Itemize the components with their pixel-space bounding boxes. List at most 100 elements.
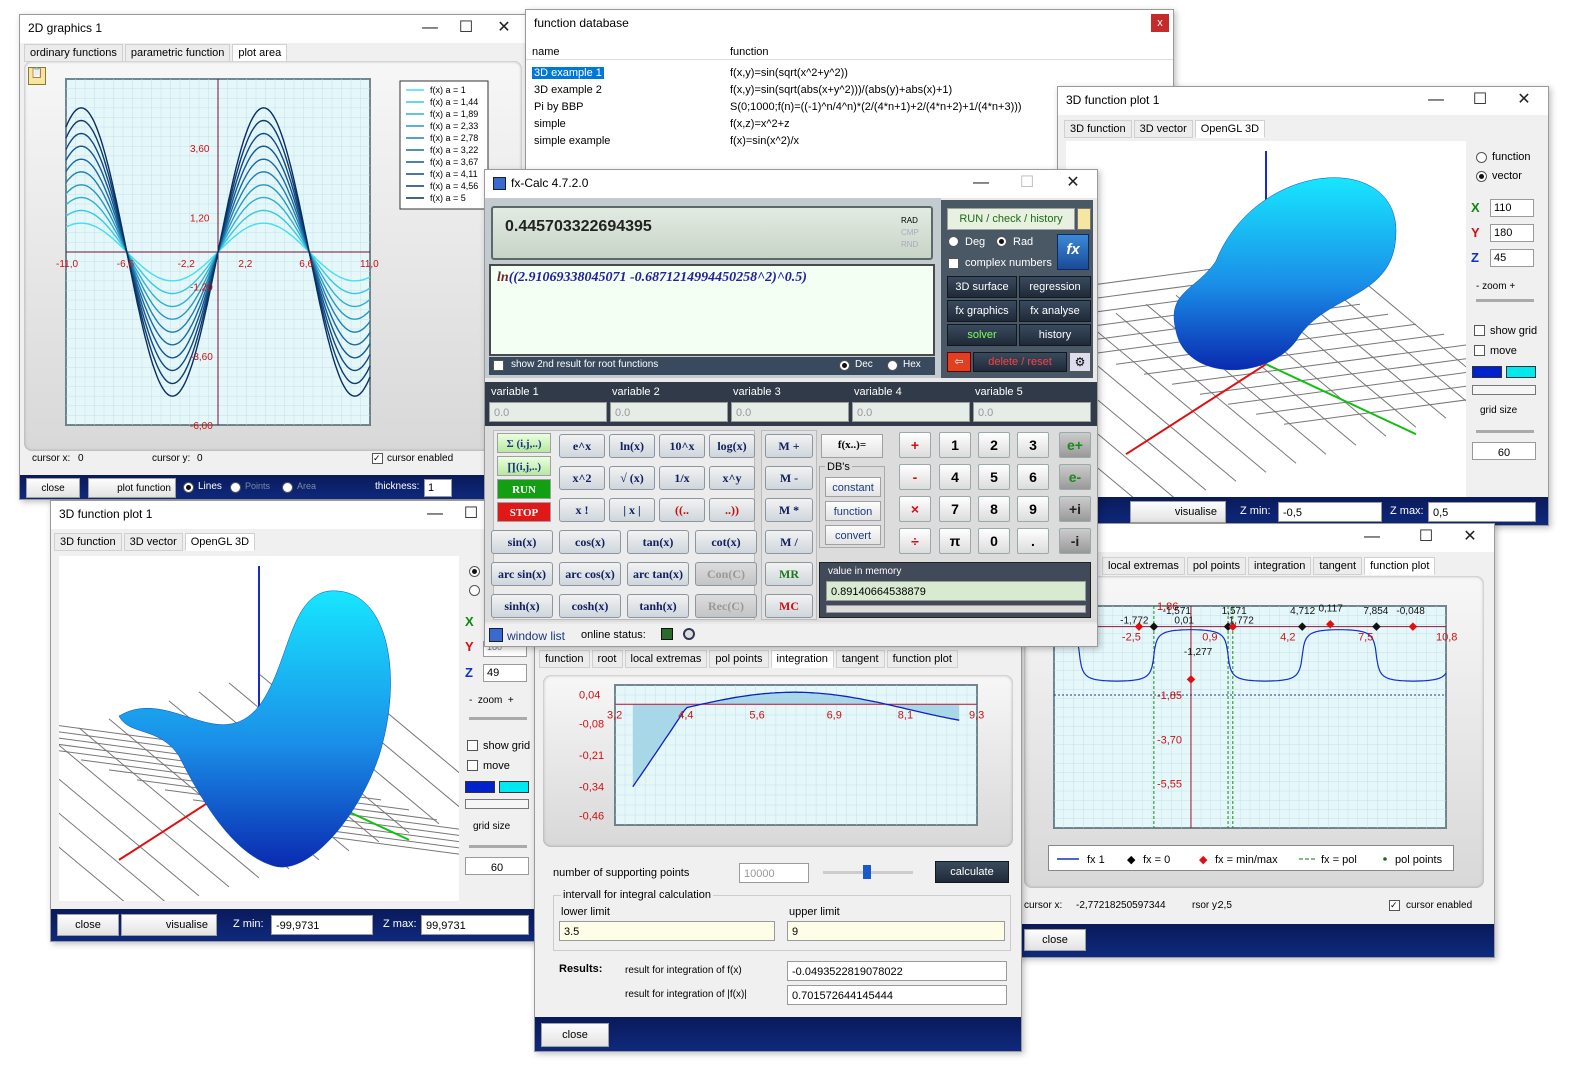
cursor-enabled-checkbox[interactable]: ✓ [372, 453, 383, 464]
delete-reset-button[interactable]: delete / reset [973, 352, 1067, 372]
close-button[interactable]: close [57, 914, 119, 936]
lines-radio[interactable] [183, 482, 194, 493]
m-times-button[interactable]: M * [765, 498, 813, 522]
op-minus-button[interactable]: - [899, 464, 931, 490]
rec-c-button[interactable]: Rec(C) [695, 594, 757, 618]
cos-button[interactable]: cos(x) [559, 530, 621, 554]
zmax-field[interactable]: 0,5 [1428, 502, 1536, 522]
history-button[interactable]: history [1019, 324, 1091, 346]
op-plus-button[interactable]: + [899, 432, 931, 458]
backspace-button[interactable]: ⇦ [947, 352, 971, 372]
exp-button[interactable]: e^x [559, 434, 605, 458]
key-5-button[interactable]: 5 [978, 464, 1010, 490]
complex-e-plus-button[interactable]: e+ [1059, 432, 1091, 458]
zmin-field[interactable]: -0,5 [1278, 502, 1382, 522]
con-c-button[interactable]: Con(C) [695, 562, 757, 586]
upper-limit-field[interactable]: 9 [787, 921, 1005, 941]
color-swatch-high[interactable] [499, 781, 529, 793]
window-list-link[interactable]: window list [507, 629, 565, 643]
supporting-points-slider[interactable] [823, 865, 913, 879]
key-dot-button[interactable]: . [1017, 528, 1049, 554]
color-gradient-bar[interactable] [465, 799, 529, 809]
thickness-stepper[interactable]: 1 [424, 479, 452, 497]
sqrt-button[interactable]: √ (x) [609, 466, 655, 490]
tab-3d-vector[interactable]: 3D vector [123, 533, 183, 551]
zoom-slider[interactable] [1476, 299, 1534, 302]
complex-plus-i-button[interactable]: +i [1059, 496, 1091, 522]
sum-button[interactable]: Σ (i,j,..) [497, 433, 551, 453]
pow10-button[interactable]: 10^x [659, 434, 705, 458]
tanh-button[interactable]: tanh(x) [627, 594, 689, 618]
minimize-icon[interactable]: — [965, 172, 997, 194]
arcsin-button[interactable]: arc sin(x) [491, 562, 553, 586]
tab-opengl-3d[interactable]: OpenGL 3D [1194, 120, 1266, 138]
key-2-button[interactable]: 2 [978, 432, 1010, 458]
tab-opengl-3d[interactable]: OpenGL 3D [184, 533, 256, 551]
key-3-button[interactable]: 3 [1017, 432, 1049, 458]
close-button[interactable]: close [1024, 929, 1086, 951]
variable-5-field[interactable]: 0.0 [973, 402, 1091, 422]
regression-button[interactable]: regression [1019, 276, 1091, 298]
close-button[interactable]: close [26, 478, 80, 498]
fx-define-button[interactable]: f(x..)= [821, 434, 883, 458]
hex-radio[interactable] [887, 360, 898, 371]
plot-2d[interactable]: -11,0 -6,6 -2,2 2,2 6,6 11,0 3,60 1,20 -1,20 -3,6… [20, 15, 527, 455]
key-6-button[interactable]: 6 [1017, 464, 1049, 490]
show-grid-checkbox[interactable] [1474, 325, 1485, 336]
settings-gear-icon[interactable]: ⚙ [1069, 352, 1091, 372]
column-header-name[interactable]: name [532, 46, 560, 58]
visualise-button[interactable]: visualise [121, 914, 217, 936]
stop-button[interactable]: STOP [497, 502, 551, 522]
x-angle-stepper[interactable]: 110 [1490, 199, 1534, 217]
show-2nd-result-checkbox[interactable] [493, 360, 504, 371]
cot-button[interactable]: cot(x) [695, 530, 757, 554]
op-multiply-button[interactable]: × [899, 496, 931, 522]
calculate-button[interactable]: calculate [935, 861, 1009, 883]
ln-button[interactable]: ln(x) [609, 434, 655, 458]
run-button[interactable]: RUN [497, 479, 551, 499]
minimize-icon[interactable]: — [1420, 89, 1452, 111]
result-fx-field[interactable]: -0.0493522819078022 [787, 961, 1007, 981]
key-pi-button[interactable]: π [939, 528, 971, 554]
3d-surface-button[interactable]: 3D surface [947, 276, 1017, 298]
constant-button[interactable]: constant [825, 477, 881, 497]
move-checkbox[interactable] [467, 760, 478, 771]
vector-radio[interactable] [1476, 171, 1487, 182]
power-button[interactable]: x^y [709, 466, 755, 490]
z-angle-stepper[interactable]: 45 [1490, 249, 1534, 267]
plot-function-button[interactable]: plot function [88, 478, 176, 498]
arctan-button[interactable]: arc tan(x) [627, 562, 689, 586]
rad-radio[interactable] [996, 236, 1007, 247]
integration-plot[interactable]: 3,2 4,4 5,6 6,9 8,1 9,3 0,04 -0,08 -0,21 -0,34 -0,… [535, 641, 1022, 851]
close-icon[interactable]: ✕ [1508, 89, 1540, 111]
supporting-points-field[interactable]: 10000 [739, 863, 809, 883]
m-plus-button[interactable]: M + [765, 434, 813, 458]
points-radio[interactable] [230, 482, 241, 493]
lower-limit-field[interactable]: 3.5 [559, 921, 775, 941]
maximize-icon[interactable]: ☐ [1464, 89, 1496, 111]
y-angle-stepper[interactable]: 180 [1490, 224, 1534, 242]
sin-button[interactable]: sin(x) [491, 530, 553, 554]
complex-numbers-checkbox[interactable] [948, 258, 959, 269]
function-radio[interactable] [1476, 152, 1487, 163]
close-icon[interactable]: x [1151, 14, 1169, 32]
tan-button[interactable]: tan(x) [627, 530, 689, 554]
color-swatch-low[interactable] [465, 781, 495, 793]
complex-minus-i-button[interactable]: -i [1059, 528, 1091, 554]
m-minus-button[interactable]: M - [765, 466, 813, 490]
close-paren-button[interactable]: ..)) [709, 498, 755, 522]
sinh-button[interactable]: sinh(x) [491, 594, 553, 618]
close-button[interactable]: close [541, 1023, 609, 1047]
close-icon[interactable]: ✕ [1057, 172, 1089, 194]
grid-size-field[interactable]: 60 [1472, 442, 1536, 460]
visualise-button[interactable]: visualise [1130, 501, 1226, 523]
zoom-slider[interactable] [469, 717, 527, 720]
factorial-button[interactable]: x ! [559, 498, 605, 522]
result-abs-fx-field[interactable]: 0.701572644145444 [787, 985, 1007, 1005]
column-header-function[interactable]: function [730, 46, 769, 58]
tab-3d-vector[interactable]: 3D vector [1133, 120, 1193, 138]
mr-button[interactable]: MR [765, 562, 813, 586]
op-divide-button[interactable]: ÷ [899, 528, 931, 554]
clipboard-icon[interactable] [1077, 208, 1091, 230]
variable-2-field[interactable]: 0.0 [610, 402, 728, 422]
